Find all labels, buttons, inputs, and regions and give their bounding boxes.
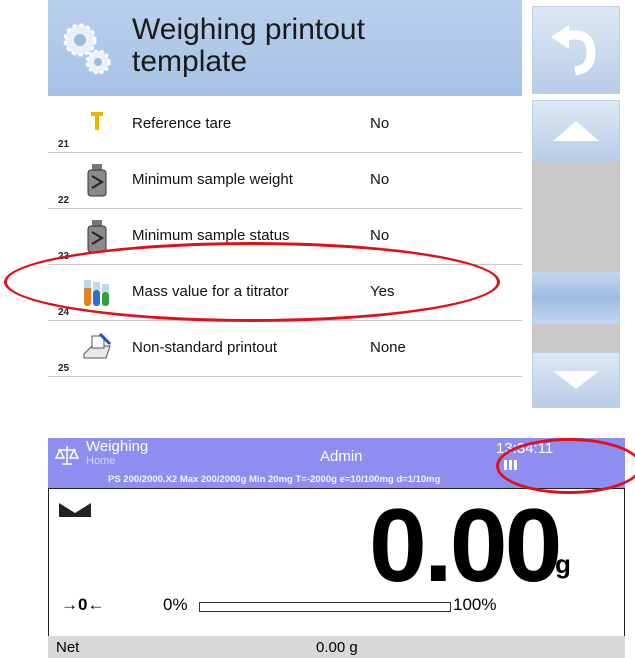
stability-icon [59,503,91,517]
menu-item-number: 23 [58,251,70,262]
list-item[interactable]: Minimum sample status No 23 [48,208,522,265]
connection-icon [504,460,517,470]
printer-icon [83,332,112,359]
user-label[interactable]: Admin [320,448,363,465]
menu-item-value: Yes [370,283,395,300]
menu-item-label: Mass value for a titrator [132,283,289,300]
zero-indicator: →0← [61,595,105,614]
page-title-line2: template [132,45,248,78]
menu-list: Reference tare No 21 Minimum sample weig… [48,96,522,408]
bargraph-max-label: 100% [453,595,497,614]
chevron-down-icon [553,371,599,389]
back-arrow-icon [551,25,596,76]
mode-sublabel: Home [86,455,116,467]
weight-icon [87,164,107,197]
settings-panel: Weighing printout template Reference tar… [48,0,625,408]
page-title-line1: Weighing printout [132,13,365,46]
scroll-down-button[interactable] [532,352,620,408]
back-button[interactable] [532,6,620,94]
status-bar: Weighing Home Admin 13:34:11 PS 200/2000… [48,438,625,488]
menu-item-label: Non-standard printout [132,339,278,356]
menu-item-number: 21 [58,139,70,150]
weighing-screen: Weighing Home Admin 13:34:11 PS 200/2000… [48,438,625,658]
menu-item-number: 22 [58,195,70,206]
scrollbar-track[interactable] [532,162,620,352]
menu-item-number: 25 [58,363,70,374]
tare-icon [91,112,103,130]
menu-item-value: No [370,115,390,132]
info-bar: Net 0.00 g [48,636,625,658]
scrollbar-thumb[interactable] [532,272,620,324]
mode-label[interactable]: Weighing [86,438,148,455]
menu-item-number: 24 [58,307,70,318]
list-item[interactable]: Minimum sample weight No 22 [48,152,522,209]
menu-item-label: Minimum sample weight [132,171,293,188]
list-item[interactable]: Non-standard printout None 25 [48,320,522,377]
menu-header: Weighing printout template [48,0,522,96]
menu-item-label: Reference tare [132,115,232,132]
weight-icon [87,220,107,253]
list-item[interactable]: Mass value for a titrator Yes 24 [48,264,522,321]
chevron-up-icon [553,121,599,141]
side-button-bar [526,0,625,408]
scale-icon [54,446,80,465]
load-bargraph [199,602,451,612]
scale-spec-line: PS 200/2000.X2 Max 200/2000g Min 20mg T=… [108,474,441,485]
titrator-icon [84,280,109,306]
bargraph-min-label: 0% [163,595,188,614]
weight-reading: 0.00 [369,488,562,604]
weight-display: 0.00 g →0← 0% 100% [48,488,625,646]
unit-label[interactable]: g [555,549,571,580]
page-title: Weighing printout template [132,14,512,78]
menu-item-value: No [370,171,390,188]
gears-icon [63,23,111,75]
menu-item-value: None [370,339,406,356]
scroll-up-button[interactable] [532,100,620,162]
menu-item-value: No [370,227,390,244]
list-item[interactable]: Reference tare No 21 [48,96,522,153]
menu-item-label: Minimum sample status [132,227,290,244]
clock-label: 13:34:11 [496,440,554,457]
